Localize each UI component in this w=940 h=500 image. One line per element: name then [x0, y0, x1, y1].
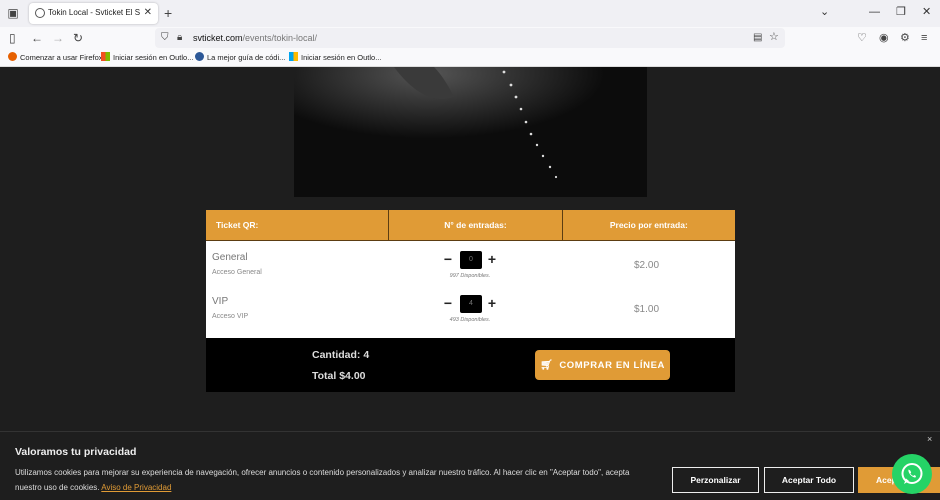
browser-tab-bar: ▣ Tokin Local - Svticket El Salvador ✕ +… — [0, 0, 940, 27]
bookmark-label: La mejor guía de códi... — [207, 53, 286, 62]
bookmark-item[interactable]: Iniciar sesión en Outlo... — [289, 52, 381, 64]
cookie-banner: × Valoramos tu privacidad Utilizamos coo… — [0, 431, 940, 500]
quantity-stepper: − 4 + — [441, 295, 499, 313]
microsoft-icon — [289, 52, 298, 61]
header-divider — [206, 240, 735, 241]
ticket-price: $2.00 — [634, 260, 660, 271]
window-close-icon[interactable]: ✕ — [922, 4, 931, 20]
customize-button[interactable]: Perzonalizar — [672, 467, 759, 493]
availability-text: 493 Disponibles. — [449, 317, 491, 323]
increase-button[interactable]: + — [485, 295, 499, 313]
decrease-button[interactable]: − — [441, 295, 455, 313]
ticket-description: Acceso VIP — [212, 313, 249, 320]
sidebar-icon[interactable]: ▯ — [9, 30, 16, 46]
availability-text: 997 Disponibles. — [449, 273, 491, 279]
ticket-name: General — [212, 252, 248, 263]
lock-icon[interactable]: 🔒︎ — [177, 30, 182, 46]
cart-icon: 🛒︎ — [540, 359, 554, 371]
quantity-input[interactable]: 4 — [460, 295, 482, 313]
accept-all-button[interactable]: Aceptar Todo — [764, 467, 854, 493]
buy-online-button[interactable]: 🛒︎ COMPRAR EN LÍNEA — [535, 350, 670, 380]
bookmark-label: Iniciar sesión en Outlo... — [301, 53, 382, 62]
reload-icon[interactable]: ↻ — [73, 30, 83, 46]
browser-tab[interactable]: Tokin Local - Svticket El Salvador ✕ — [29, 3, 158, 24]
buy-online-label: COMPRAR EN LÍNEA — [559, 359, 665, 371]
shield-icon[interactable]: ⛉ — [161, 30, 169, 46]
bookmark-item[interactable]: Comenzar a usar Firefox — [8, 52, 103, 64]
microsoft-icon — [101, 52, 110, 61]
price-total: Total $4.00 — [312, 370, 366, 382]
cookie-title: Valoramos tu privacidad — [15, 446, 137, 458]
bookmark-label: Iniciar sesión en Outlo... — [113, 53, 194, 62]
cookie-text: Utilizamos cookies para mejorar su exper… — [15, 465, 655, 495]
tab-favicon-icon — [35, 8, 45, 18]
privacy-link[interactable]: Aviso de Privacidad — [101, 483, 171, 492]
forward-icon[interactable]: → — [52, 30, 64, 46]
firefox-icon — [8, 52, 17, 61]
quantity-input[interactable]: 0 — [460, 251, 482, 269]
bookmark-label: Comenzar a usar Firefox — [20, 53, 103, 62]
tickets-table: Ticket QR: N° de entradas: Precio por en… — [206, 210, 735, 338]
extensions-icon[interactable]: ⚙ — [900, 30, 910, 46]
ticket-description: Acceso General — [212, 269, 262, 276]
header-price: Precio por entrada: — [609, 220, 688, 230]
tab-list-icon[interactable]: ▣ — [6, 6, 20, 20]
header-quantity: N° de entradas: — [389, 210, 563, 240]
order-summary: Cantidad: 4 Total $4.00 🛒︎ COMPRAR EN LÍ… — [206, 338, 735, 392]
header-ticket: Ticket QR: — [206, 210, 390, 240]
cookie-close-icon[interactable]: × — [927, 434, 932, 444]
tab-close-icon[interactable]: ✕ — [144, 6, 152, 20]
ticket-price: $1.00 — [634, 304, 660, 315]
new-tab-button[interactable]: + — [164, 5, 172, 21]
whatsapp-button[interactable] — [892, 454, 932, 494]
restore-icon[interactable]: ❐ — [896, 4, 906, 20]
back-icon[interactable]: ← — [31, 30, 43, 46]
globe-icon — [195, 52, 204, 61]
whatsapp-icon — [901, 463, 923, 484]
bookmark-item[interactable]: La mejor guía de códi... — [195, 52, 285, 64]
increase-button[interactable]: + — [485, 251, 499, 269]
tab-overflow-chevron-icon[interactable]: ⌄ — [820, 4, 829, 20]
minimize-icon[interactable]: — — [869, 4, 880, 20]
tab-title: Tokin Local - Svticket El Salvador — [48, 8, 140, 17]
ticket-row-vip: VIP Acceso VIP − 4 + 493 Disponibles. $1… — [206, 288, 735, 338]
bookmark-item[interactable]: Iniciar sesión en Outlo... — [101, 52, 193, 64]
reader-view-icon[interactable]: ▤ — [753, 30, 762, 46]
account-icon[interactable]: ◉ — [879, 30, 889, 46]
decrease-button[interactable]: − — [441, 251, 455, 269]
quantity-total: Cantidad: 4 — [312, 349, 370, 361]
menu-icon[interactable]: ≡ — [921, 30, 927, 46]
ticket-row-general: General Acceso General − 0 + 997 Disponi… — [206, 244, 735, 288]
event-image — [294, 67, 647, 197]
url-text: svticket.com/events/tokin-local/ — [193, 33, 318, 43]
pocket-icon[interactable]: ♡ — [857, 30, 867, 46]
browser-nav-bar: ▯ ← → ↻ ⛉ 🔒︎ svticket.com/events/tokin-l… — [0, 27, 940, 50]
bookmarks-bar: Comenzar a usar Firefox Iniciar sesión e… — [0, 50, 940, 67]
url-bar[interactable]: ⛉ 🔒︎ svticket.com/events/tokin-local/ ▤ … — [155, 28, 785, 48]
bookmark-star-icon[interactable]: ☆ — [769, 29, 779, 45]
quantity-stepper: − 0 + — [441, 251, 499, 269]
ticket-name: VIP — [212, 296, 229, 307]
tickets-table-header: Ticket QR: N° de entradas: Precio por en… — [206, 210, 735, 240]
